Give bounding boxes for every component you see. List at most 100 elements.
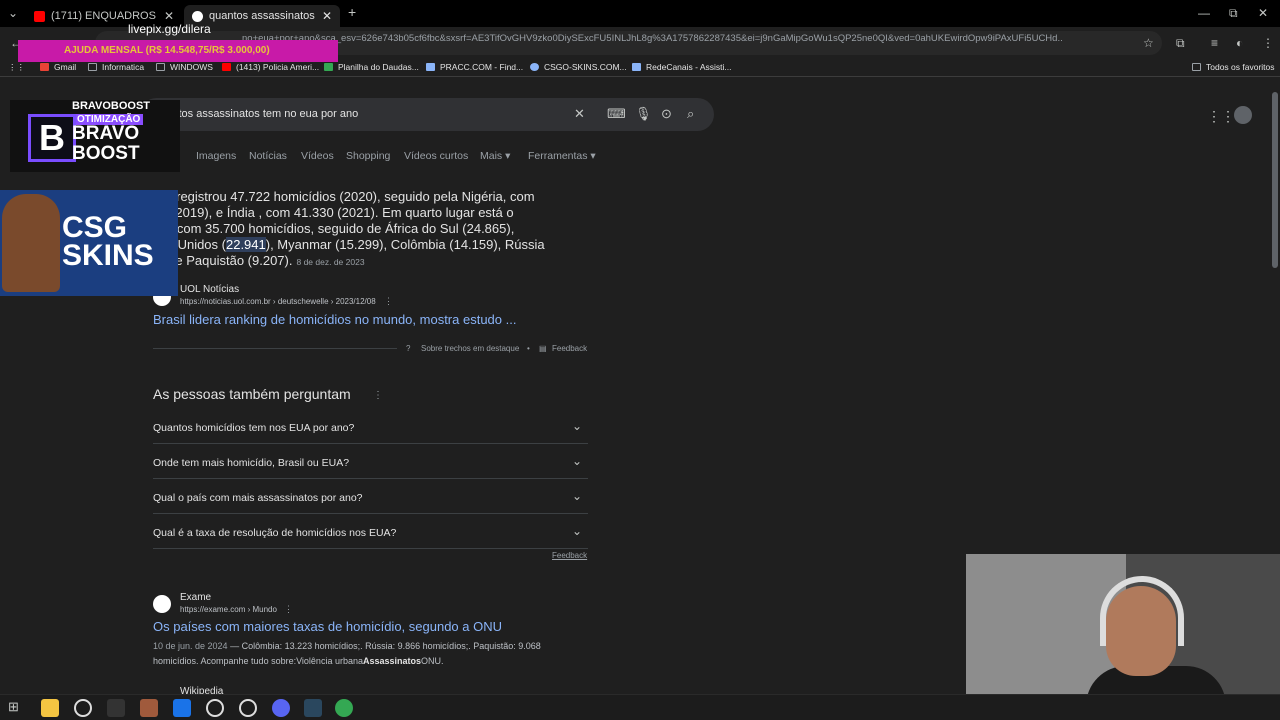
csg-skins-banner: CSG SKINS	[0, 190, 178, 296]
paa-more-icon[interactable]: ⋮	[373, 390, 383, 401]
discord-icon[interactable]	[272, 699, 290, 717]
folder-icon	[1192, 63, 1201, 71]
chrome-icon[interactable]	[335, 699, 353, 717]
tab-search-icon[interactable]: ⌄	[8, 6, 18, 20]
bookmark-csgo-skins[interactable]: CSGO-SKINS.COM...	[530, 62, 627, 72]
steam-icon[interactable]	[304, 699, 322, 717]
taskbar: ⊞	[0, 694, 1280, 720]
site-icon	[530, 63, 539, 71]
minimize-button[interactable]: —	[1198, 6, 1210, 20]
avatar[interactable]	[1234, 106, 1252, 124]
bookmark-pracc[interactable]: PRACC.COM - Find...	[426, 62, 523, 72]
feedback-icon: ▤	[539, 344, 547, 353]
tab-videos[interactable]: Vídeos	[301, 150, 334, 162]
close-tab-icon[interactable]: ✕	[164, 9, 174, 23]
paa-question[interactable]: Qual é a taxa de resolução de homicídios…	[153, 514, 588, 549]
more-options-icon[interactable]: ⋮	[284, 604, 293, 615]
result-url[interactable]: https://noticias.uol.com.br › deutschewe…	[180, 297, 376, 306]
featured-snippet: asil registrou 47.722 homicídios (2020),…	[153, 189, 583, 270]
more-options-icon[interactable]: ⋮	[384, 296, 393, 307]
snippet-highlight: 22.941	[225, 237, 266, 252]
google-icon	[192, 10, 203, 22]
paa-title: As pessoas também perguntam	[153, 386, 351, 402]
chevron-down-icon: ⌄	[571, 524, 582, 538]
tab-news[interactable]: Notícias	[249, 150, 287, 162]
keyboard-icon[interactable]: ⌨	[607, 106, 626, 122]
youtube-icon	[34, 10, 45, 22]
close-window-button[interactable]: ✕	[1258, 6, 1268, 20]
sheets-icon	[324, 63, 333, 71]
all-bookmarks[interactable]: Todos os favoritos	[1192, 62, 1275, 72]
snippet-line: 56) e Paquistão (9.207). 8 de dez. de 202…	[153, 253, 365, 268]
bookmark-policia[interactable]: (1413) Policia Ameri...	[222, 62, 319, 72]
result-title-link[interactable]: Brasil lidera ranking de homicídios no m…	[153, 312, 516, 327]
tab-short-videos[interactable]: Vídeos curtos	[404, 150, 468, 162]
bookmark-planilha[interactable]: Planilha do Daudas...	[324, 62, 419, 72]
youtube-icon	[222, 63, 231, 71]
result-title-link[interactable]: Os países com maiores taxas de homicídio…	[153, 619, 502, 634]
mic-icon[interactable]: 🎙	[635, 106, 652, 122]
paa-question[interactable]: Qual o país com mais assassinatos por an…	[153, 479, 588, 514]
menu-icon[interactable]: ⋮	[1262, 36, 1274, 50]
bookmark-redecanais[interactable]: RedeCanais - Assisti...	[632, 62, 732, 72]
app-icon[interactable]	[206, 699, 224, 717]
folder-icon	[88, 63, 97, 71]
extensions-icon[interactable]: ⧉	[1176, 36, 1185, 51]
maximize-button[interactable]: ⧉	[1229, 6, 1238, 21]
paa-question[interactable]: Onde tem mais homicídio, Brasil ou EUA? ⌄	[153, 444, 588, 479]
folder-icon	[156, 63, 165, 71]
paa-question[interactable]: Quantos homicídios tem nos EUA por ano? ⌄	[153, 409, 588, 444]
search-icon[interactable]: ⌕	[687, 106, 694, 122]
tab-shopping[interactable]: Shopping	[346, 150, 390, 162]
obs-icon[interactable]	[74, 699, 92, 717]
scrollbar-thumb[interactable]	[1272, 92, 1278, 268]
donation-goal-banner: AJUDA MENSAL (R$ 14.548,75/R$ 3.000,00)	[18, 40, 338, 62]
site-icon	[426, 63, 435, 71]
help-icon: ?	[406, 344, 411, 353]
result-date: 10 de jun. de 2024	[153, 641, 228, 651]
start-icon[interactable]: ⊞	[8, 699, 26, 717]
feedback-link[interactable]: Feedback	[552, 344, 587, 353]
app-icon[interactable]	[173, 699, 191, 717]
bookmark-gmail[interactable]: Gmail	[40, 62, 76, 72]
about-snippets-link[interactable]: Sobre trechos em destaque	[421, 344, 519, 353]
url-text[interactable]: no+eua+por+ano&sca_esv=626e743b05cf6fbc&…	[242, 33, 1062, 44]
epic-icon[interactable]	[107, 699, 125, 717]
snippet-line: 00 (2019), e Índia , com 41.330 (2021). …	[153, 205, 514, 220]
tab-images[interactable]: Imagens	[196, 150, 236, 162]
chevron-down-icon: ⌄	[571, 419, 582, 433]
result-url[interactable]: https://exame.com › Mundo	[180, 605, 277, 614]
profile-icon[interactable]: ◐	[1236, 36, 1243, 50]
divider	[153, 348, 397, 349]
result-source[interactable]: UOL Notícias	[180, 284, 239, 295]
snippet-line: dos Unidos (22.941), Myanmar (15.299), C…	[153, 237, 545, 252]
result-description: 10 de jun. de 2024 — Colômbia: 13.223 ho…	[153, 641, 541, 666]
file-explorer-icon[interactable]	[41, 699, 59, 717]
tab-tools[interactable]: Ferramentas ▾	[528, 150, 596, 162]
media-icon[interactable]: ≡	[1211, 36, 1218, 50]
paa-feedback-link[interactable]: Feedback	[552, 551, 587, 560]
app-icon[interactable]	[140, 699, 158, 717]
chevron-down-icon: ⌄	[571, 454, 582, 468]
exame-favicon	[153, 595, 171, 613]
apps-icon[interactable]: ⋮⋮	[8, 62, 25, 73]
search-box[interactable]: quantos assassinatos tem no eua por ano …	[140, 98, 714, 131]
google-apps-icon[interactable]: ⋮⋮	[1207, 108, 1235, 125]
tab-more[interactable]: Mais ▾	[480, 150, 510, 162]
clear-icon[interactable]: ✕	[574, 106, 585, 122]
bravoboost-logo: BRAVOBOOST OTIMIZAÇÃO B BRAVO BOOST	[10, 100, 180, 172]
character-image	[2, 194, 60, 292]
result-source[interactable]: Exame	[180, 592, 211, 603]
tab-title: (1711) ENQUADROS DE MOTO	[51, 10, 159, 22]
lens-icon[interactable]: ⊙	[661, 106, 672, 122]
bookmark-windows[interactable]: WINDOWS	[156, 62, 213, 72]
snippet-date: 8 de dez. de 2023	[296, 257, 365, 267]
search-input[interactable]: quantos assassinatos tem no eua por ano	[154, 108, 358, 120]
close-tab-icon[interactable]: ✕	[322, 9, 332, 23]
separator-dot: •	[527, 344, 530, 353]
app-icon[interactable]	[239, 699, 257, 717]
bookmark-star-icon[interactable]: ☆	[1143, 36, 1154, 50]
new-tab-button[interactable]: +	[348, 4, 356, 20]
livepix-label: livepix.gg/dilera	[128, 22, 211, 36]
bookmark-informatica[interactable]: Informatica	[88, 62, 144, 72]
